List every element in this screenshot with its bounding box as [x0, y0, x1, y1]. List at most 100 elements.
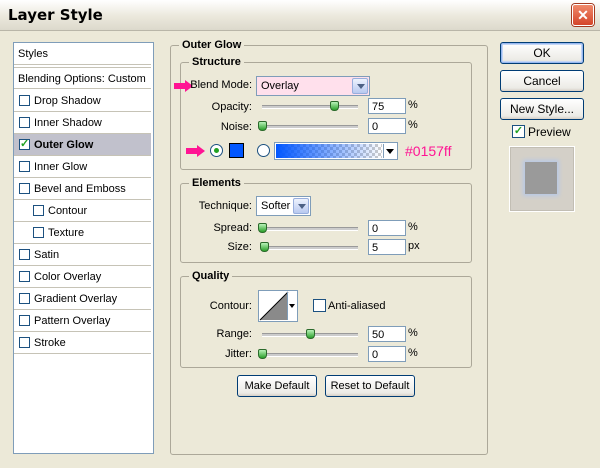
checkbox[interactable] — [19, 161, 30, 172]
checkbox[interactable] — [19, 117, 30, 128]
make-default-button[interactable]: Make Default — [237, 375, 317, 397]
checkbox[interactable] — [19, 315, 30, 326]
structure-title: Structure — [189, 56, 244, 68]
checkbox[interactable] — [33, 227, 44, 238]
slider-thumb[interactable] — [258, 349, 267, 359]
contour-preview-icon — [259, 291, 289, 321]
style-item-label: Gradient Overlay — [34, 293, 118, 305]
checkbox[interactable] — [19, 293, 30, 304]
style-item-color-overlay[interactable]: Color Overlay — [14, 266, 151, 288]
gradient-radio[interactable] — [257, 144, 270, 157]
style-item-outer-glow[interactable]: ✓ Outer Glow — [14, 134, 151, 156]
checkbox[interactable]: ✓ — [19, 139, 30, 150]
range-label: Range: — [216, 328, 252, 340]
panel-title: Outer Glow — [179, 39, 245, 51]
checkbox[interactable] — [19, 337, 30, 348]
style-item-inner-glow[interactable]: Inner Glow — [14, 156, 151, 178]
color-hex-note: #0157ff — [405, 143, 452, 159]
style-item-label: Inner Glow — [34, 161, 88, 173]
style-item-satin[interactable]: Satin — [14, 244, 151, 266]
quality-title: Quality — [189, 270, 233, 282]
style-item-label: Contour — [48, 205, 88, 217]
checkbox[interactable] — [19, 183, 30, 194]
style-item-texture[interactable]: Texture — [14, 222, 151, 244]
styles-list: Styles Blending Options: Custom Drop Sha… — [13, 42, 154, 454]
size-input[interactable]: 5 — [368, 239, 406, 255]
style-item-label: Texture — [48, 227, 85, 239]
style-item-inner-shadow[interactable]: Inner Shadow — [14, 112, 151, 134]
spread-label: Spread: — [213, 222, 252, 234]
preview-checkbox[interactable]: ✓ — [512, 125, 525, 138]
checkbox[interactable] — [33, 205, 44, 216]
technique-label: Technique: — [198, 200, 252, 212]
range-slider[interactable] — [262, 329, 358, 339]
anti-aliased-checkbox[interactable] — [313, 299, 326, 312]
jitter-slider[interactable] — [258, 349, 358, 359]
preview-swatch — [525, 162, 557, 194]
opacity-label: Opacity: — [211, 101, 252, 113]
checkbox[interactable] — [19, 95, 30, 106]
cancel-button[interactable]: Cancel — [500, 70, 584, 92]
jitter-label: Jitter: — [225, 348, 252, 360]
solid-color-radio[interactable] — [210, 144, 223, 157]
style-item-contour[interactable]: Contour — [14, 200, 151, 222]
chevron-down-icon — [287, 292, 296, 320]
glow-color-swatch[interactable] — [229, 143, 244, 158]
gradient-preview — [276, 144, 382, 158]
elements-title: Elements — [189, 177, 244, 189]
range-input[interactable]: 50 — [368, 326, 406, 342]
style-item-label: Bevel and Emboss — [34, 183, 126, 195]
preview-label: Preview — [528, 125, 571, 139]
slider-thumb[interactable] — [259, 242, 269, 252]
blend-mode-label: Blend Mode: — [190, 79, 252, 91]
anti-aliased-label: Anti-aliased — [328, 300, 386, 312]
contour-label: Contour: — [209, 300, 252, 312]
style-item-label: Stroke — [34, 337, 66, 349]
title-bar: Layer Style ✕ — [0, 0, 600, 31]
contour-picker[interactable] — [258, 290, 298, 322]
checkbox[interactable] — [19, 271, 30, 282]
style-item-label: Drop Shadow — [34, 95, 101, 107]
close-icon: ✕ — [577, 7, 589, 23]
noise-input[interactable]: 0 — [368, 118, 406, 134]
style-item-drop-shadow[interactable]: Drop Shadow — [14, 90, 151, 112]
chevron-down-icon — [352, 78, 368, 94]
styles-header[interactable]: Styles — [14, 43, 151, 65]
blend-mode-select[interactable]: Overlay — [256, 76, 370, 96]
spread-input[interactable]: 0 — [368, 220, 406, 236]
opacity-slider[interactable] — [262, 101, 358, 111]
style-item-label: Pattern Overlay — [34, 315, 111, 327]
close-button[interactable]: ✕ — [572, 4, 594, 26]
style-item-bevel-and-emboss[interactable]: Bevel and Emboss — [14, 178, 151, 200]
style-item-label: Color Overlay — [34, 271, 102, 283]
style-item-stroke[interactable]: Stroke — [14, 332, 151, 354]
gradient-picker[interactable] — [274, 142, 398, 160]
size-label: Size: — [227, 241, 252, 253]
noise-slider[interactable] — [258, 121, 358, 131]
reset-default-button[interactable]: Reset to Default — [325, 375, 415, 397]
technique-select[interactable]: Softer — [256, 196, 311, 216]
blending-options-item[interactable]: Blending Options: Custom — [14, 67, 151, 89]
window-title: Layer Style — [8, 6, 103, 24]
slider-thumb[interactable] — [258, 121, 267, 131]
style-item-label: Inner Shadow — [34, 117, 102, 129]
new-style-button[interactable]: New Style... — [500, 98, 584, 120]
style-item-pattern-overlay[interactable]: Pattern Overlay — [14, 310, 151, 332]
annotation-arrow-icon — [186, 145, 205, 157]
style-item-label: Outer Glow — [34, 139, 94, 151]
slider-thumb[interactable] — [258, 223, 267, 233]
chevron-down-icon — [383, 144, 396, 158]
style-item-label: Satin — [34, 249, 60, 261]
jitter-input[interactable]: 0 — [368, 346, 406, 362]
spread-slider[interactable] — [258, 223, 358, 233]
checkbox[interactable] — [19, 249, 30, 260]
slider-thumb[interactable] — [330, 101, 339, 111]
style-item-gradient-overlay[interactable]: Gradient Overlay — [14, 288, 151, 310]
preview-thumbnail — [509, 146, 575, 212]
opacity-input[interactable]: 75 — [368, 98, 406, 114]
chevron-down-icon — [293, 198, 309, 214]
size-slider[interactable] — [259, 242, 358, 252]
ok-button[interactable]: OK — [500, 42, 584, 64]
slider-thumb[interactable] — [306, 329, 315, 339]
noise-label: Noise: — [220, 121, 252, 133]
